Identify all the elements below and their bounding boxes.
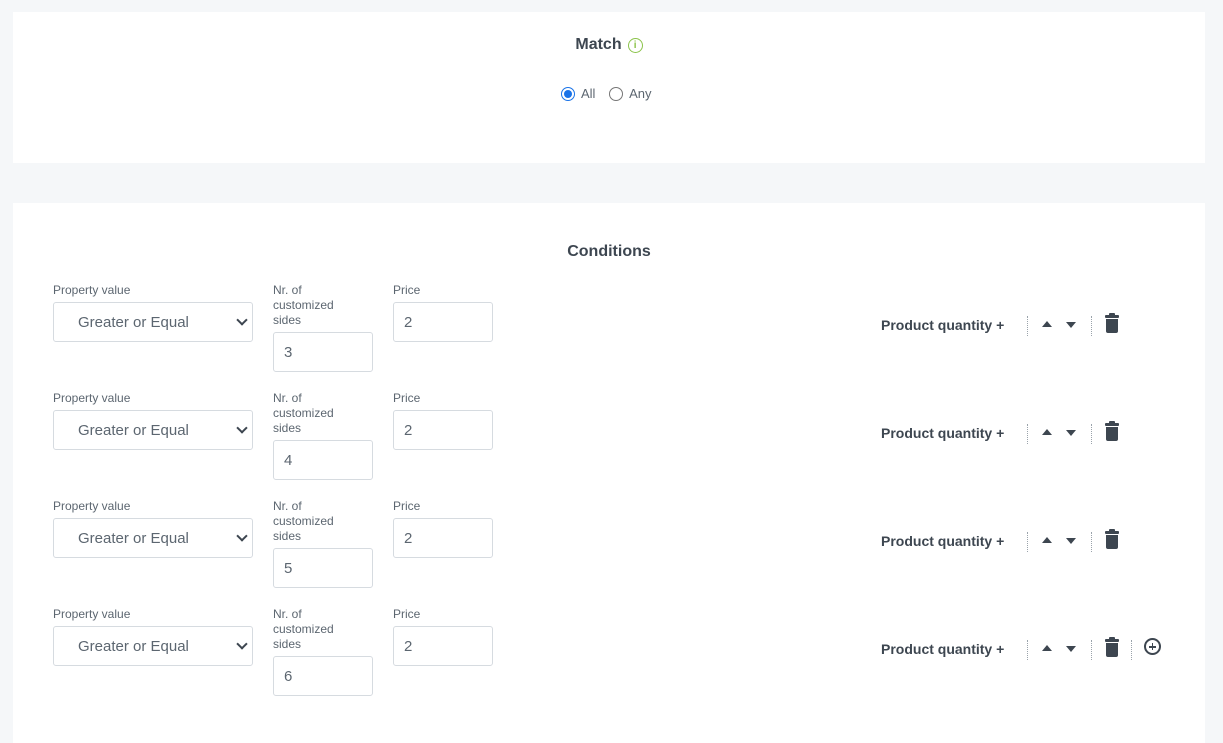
property-label: Property value [53,391,131,405]
match-any-radio[interactable] [609,86,624,101]
move-down-icon[interactable] [1066,430,1076,436]
operator-select[interactable]: Greater or Equal [53,410,253,450]
conditions-title: Conditions [567,243,651,260]
divider [1091,532,1092,552]
sides-value: 5 [284,559,293,577]
operator-value: Greater or Equal [78,313,189,331]
move-up-icon[interactable] [1042,429,1052,435]
product-quantity-label[interactable]: Product quantity + [881,641,1004,657]
trash-icon[interactable] [1105,421,1119,441]
match-radio-group: All Any [561,86,661,104]
operator-value: Greater or Equal [78,637,189,655]
sides-value: 6 [284,667,293,685]
sides-input[interactable]: 4 [273,440,373,480]
operator-value: Greater or Equal [78,529,189,547]
divider [1091,316,1092,336]
sides-label: Nr. of customized sides [273,607,334,651]
move-down-icon[interactable] [1066,322,1076,328]
move-down-icon[interactable] [1066,646,1076,652]
divider [1027,640,1028,660]
product-quantity-label[interactable]: Product quantity + [881,425,1004,441]
divider [1027,424,1028,444]
match-any-option[interactable]: Any [609,86,651,101]
operator-select[interactable]: Greater or Equal [53,518,253,558]
price-label: Price [393,283,421,297]
chevron-down-icon [236,422,248,434]
condition-row: Property value Greater or Equal Nr. of cu… [53,276,1193,384]
price-value: 2 [404,637,413,655]
match-any-label: Any [629,86,652,101]
divider [1131,640,1132,660]
match-all-radio[interactable] [561,86,575,101]
match-all-label: All [581,86,596,101]
price-label: Price [393,499,421,513]
property-label: Property value [53,499,131,513]
sides-input[interactable]: 3 [273,332,373,372]
chevron-down-icon [236,530,248,542]
operator-select[interactable]: Greater or Equal [53,302,253,342]
price-value: 2 [404,529,413,547]
chevron-down-icon [236,638,248,650]
trash-icon[interactable] [1105,637,1119,657]
move-up-icon[interactable] [1042,537,1052,543]
move-down-icon[interactable] [1066,538,1076,544]
operator-value: Greater or Equal [78,421,189,439]
property-label: Property value [53,607,131,621]
product-quantity-label[interactable]: Product quantity + [881,317,1004,333]
trash-icon[interactable] [1105,529,1119,549]
divider [1091,424,1092,444]
move-up-icon[interactable] [1042,321,1052,327]
condition-row: Property value Greater or Equal Nr. of cu… [53,384,1193,492]
product-quantity-label[interactable]: Product quantity + [881,533,1004,549]
condition-row: Property value Greater or Equal Nr. of cu… [53,600,1193,708]
price-value: 2 [404,421,413,439]
price-label: Price [393,607,421,621]
trash-icon[interactable] [1105,313,1119,333]
chevron-down-icon [236,314,248,326]
sides-input[interactable]: 6 [273,656,373,696]
operator-select[interactable]: Greater or Equal [53,626,253,666]
sides-label: Nr. of customized sides [273,283,334,327]
divider [1091,640,1092,660]
conditions-panel: Conditions Property value Greater or Equ… [13,203,1205,743]
price-input[interactable]: 2 [393,518,493,558]
price-label: Price [393,391,421,405]
sides-label: Nr. of customized sides [273,391,334,435]
price-input[interactable]: 2 [393,302,493,342]
match-title: Match [575,36,622,53]
price-value: 2 [404,313,413,331]
property-label: Property value [53,283,131,297]
sides-input[interactable]: 5 [273,548,373,588]
price-input[interactable]: 2 [393,410,493,450]
info-icon[interactable]: i [627,38,643,53]
divider [1027,316,1028,336]
move-up-icon[interactable] [1042,645,1052,651]
sides-value: 3 [284,343,293,361]
match-panel: Match i All Any [13,12,1205,163]
match-heading: Match i [13,36,1205,54]
sides-value: 4 [284,451,293,469]
divider [1027,532,1028,552]
sides-label: Nr. of customized sides [273,499,334,543]
price-input[interactable]: 2 [393,626,493,666]
condition-row: Property value Greater or Equal Nr. of cu… [53,492,1193,600]
match-all-option[interactable]: All [561,86,595,101]
add-condition-icon[interactable] [1144,638,1161,655]
